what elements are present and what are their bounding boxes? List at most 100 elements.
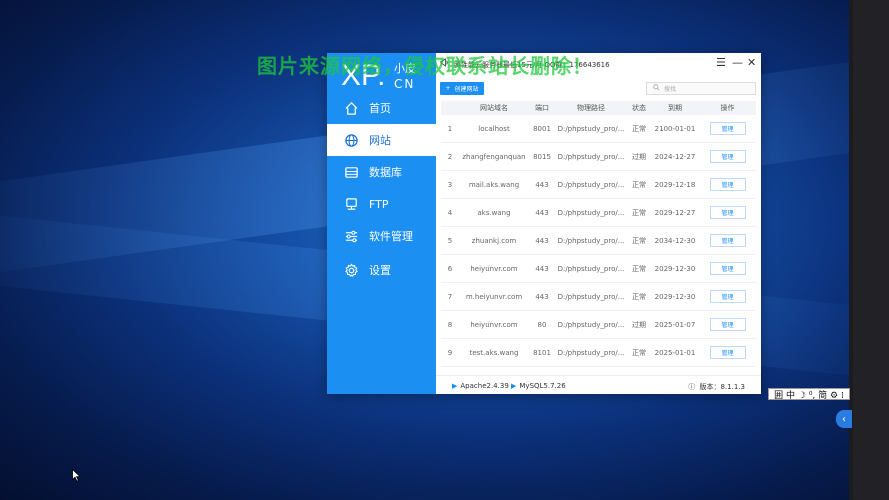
apache-status[interactable]: ▶ Apache2.4.39 bbox=[452, 382, 509, 390]
table-row: 8 heiyunvr.com 80 D:/phpstudy_pro/... 过期 2025… bbox=[441, 311, 756, 339]
play-icon: ▶ bbox=[452, 382, 458, 390]
action-cell: 管理 bbox=[699, 206, 756, 219]
nav-ftp[interactable]: FTP bbox=[327, 188, 436, 220]
globe-icon bbox=[343, 132, 359, 148]
path-cell: D:/phpstudy_pro/... bbox=[557, 292, 625, 301]
play-icon: ▶ bbox=[511, 382, 517, 390]
expiry-cell: 2025-01-01 bbox=[654, 348, 696, 357]
expiry-cell: 2034-12-30 bbox=[654, 236, 696, 245]
side-panel bbox=[849, 0, 889, 500]
nav-label: 设置 bbox=[369, 264, 391, 277]
nav-label: 首页 bbox=[369, 102, 391, 115]
expiry-cell: 2025-01-07 bbox=[654, 320, 696, 329]
port-cell: 80 bbox=[537, 320, 547, 329]
manage-button[interactable]: 管理 bbox=[709, 206, 746, 219]
manage-button[interactable]: 管理 bbox=[709, 178, 746, 191]
expiry-cell: 2029-12-30 bbox=[654, 292, 696, 301]
version-label: ⓘ 版本：8.1.1.3 bbox=[688, 383, 745, 391]
table-row: 3 mail.aks.wang 443 D:/phpstudy_pro/... 正常 20… bbox=[441, 171, 756, 199]
nav-label: FTP bbox=[369, 197, 389, 211]
header-cell: 操作 bbox=[720, 104, 735, 112]
sidebar: XP. 小皮 CN 首页 网站 数据库 FTP 软件管理 设置 bbox=[327, 53, 436, 394]
table-row: 7 m.heiyunvr.com 443 D:/phpstudy_pro/... 正常 2… bbox=[441, 283, 756, 311]
row-index: 1 bbox=[447, 124, 453, 133]
close-button[interactable]: ✕ bbox=[747, 56, 756, 69]
home-icon bbox=[343, 100, 359, 116]
manage-button[interactable]: 管理 bbox=[709, 234, 746, 247]
manage-button[interactable]: 管理 bbox=[709, 318, 746, 331]
row-index: 3 bbox=[447, 180, 453, 189]
nav-settings[interactable]: 设置 bbox=[327, 254, 436, 286]
port-cell: 443 bbox=[535, 208, 549, 217]
info-icon: ⓘ bbox=[688, 383, 696, 391]
row-index: 7 bbox=[447, 292, 453, 301]
row-index: 6 bbox=[447, 264, 453, 273]
port-cell: 443 bbox=[535, 236, 549, 245]
search-icon bbox=[653, 84, 660, 93]
manage-button[interactable]: 管理 bbox=[709, 346, 746, 359]
path-cell: D:/phpstudy_pro/... bbox=[557, 208, 625, 217]
status-cell: 过期 bbox=[632, 152, 646, 161]
path-cell: D:/phpstudy_pro/... bbox=[557, 320, 625, 329]
row-index: 8 bbox=[447, 320, 453, 329]
port-cell: 443 bbox=[535, 292, 549, 301]
status-cell: 正常 bbox=[632, 180, 646, 189]
action-cell: 管理 bbox=[699, 290, 756, 303]
path-cell: D:/phpstudy_pro/... bbox=[557, 124, 625, 133]
row-index: 2 bbox=[447, 152, 453, 161]
table-row: 6 heiyunvr.com 443 D:/phpstudy_pro/... 正常 202… bbox=[441, 255, 756, 283]
menu-button[interactable]: ☰ bbox=[716, 56, 726, 69]
nav-software[interactable]: 软件管理 bbox=[327, 220, 436, 252]
manage-button[interactable]: 管理 bbox=[709, 290, 746, 303]
action-cell: 管理 bbox=[699, 262, 756, 275]
path-cell: D:/phpstudy_pro/... bbox=[557, 152, 625, 161]
status-bar: ▶ Apache2.4.39 ▶ MySQL5.7.26 ⓘ 版本：8.1.1.… bbox=[436, 375, 761, 395]
action-cell: 管理 bbox=[699, 234, 756, 247]
apache-label: Apache2.4.39 bbox=[460, 382, 509, 390]
domain-cell: zhuankj.com bbox=[471, 236, 517, 245]
expiry-cell: 2029-12-30 bbox=[654, 264, 696, 273]
ime-toolbar[interactable]: 囲 中 ☽ ⁰, 简 ⚙ ⁞ bbox=[768, 388, 850, 401]
search-input[interactable]: 搜找 bbox=[646, 82, 756, 95]
row-index: 4 bbox=[447, 208, 453, 217]
create-website-button[interactable]: + 创建网站 bbox=[440, 82, 484, 95]
action-cell: 管理 bbox=[699, 318, 756, 331]
row-index: 9 bbox=[447, 348, 453, 357]
path-cell: D:/phpstudy_pro/... bbox=[557, 180, 625, 189]
nav-website[interactable]: 网站 bbox=[327, 124, 436, 156]
chevron-left-icon: ‹ bbox=[842, 413, 846, 425]
header-cell: 物理路径 bbox=[577, 104, 605, 112]
main-panel: 腾牲能云服务器最低15元/月 QQ群：176643616 ☰ — ✕ + 创建网… bbox=[436, 53, 761, 394]
action-cell: 管理 bbox=[699, 178, 756, 191]
domain-cell: mail.aks.wang bbox=[468, 180, 520, 189]
status-cell: 正常 bbox=[632, 208, 646, 217]
domain-cell: heiyunvr.com bbox=[470, 320, 518, 329]
action-cell: 管理 bbox=[699, 122, 756, 135]
manage-button[interactable]: 管理 bbox=[709, 150, 746, 163]
mysql-status[interactable]: ▶ MySQL5.7.26 bbox=[511, 382, 566, 390]
manage-button[interactable]: 管理 bbox=[709, 262, 746, 275]
domain-cell: aks.wang bbox=[477, 208, 511, 217]
domain-cell: test.aks.wang bbox=[469, 348, 519, 357]
nav-database[interactable]: 数据库 bbox=[327, 156, 436, 188]
table-row: 4 aks.wang 443 D:/phpstudy_pro/... 正常 2029-12… bbox=[441, 199, 756, 227]
search-placeholder: 搜找 bbox=[664, 86, 677, 93]
nav-label: 软件管理 bbox=[369, 230, 413, 243]
header-cell: 到期 bbox=[668, 104, 682, 112]
minimize-button[interactable]: — bbox=[732, 56, 743, 69]
port-cell: 443 bbox=[535, 180, 549, 189]
gear-icon bbox=[343, 262, 359, 278]
action-cell: 管理 bbox=[699, 150, 756, 163]
server-icon bbox=[343, 196, 359, 212]
port-cell: 8101 bbox=[533, 348, 551, 357]
path-cell: D:/phpstudy_pro/... bbox=[557, 264, 625, 273]
watermark-text: 图片来源网络，侵权联系站长删除！ bbox=[257, 54, 593, 78]
status-cell: 过期 bbox=[632, 320, 646, 329]
expiry-cell: 2029-12-18 bbox=[654, 180, 696, 189]
manage-button[interactable]: 管理 bbox=[709, 122, 746, 135]
table-row: 5 zhuankj.com 443 D:/phpstudy_pro/... 正常 2034… bbox=[441, 227, 756, 255]
create-website-label: 创建网站 bbox=[454, 86, 479, 93]
expiry-cell: 2029-12-27 bbox=[654, 208, 696, 217]
collapse-panel-button[interactable]: ‹ bbox=[836, 410, 852, 428]
nav-home[interactable]: 首页 bbox=[327, 92, 436, 124]
